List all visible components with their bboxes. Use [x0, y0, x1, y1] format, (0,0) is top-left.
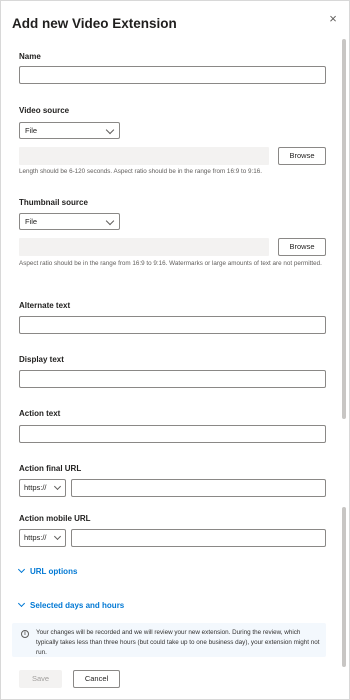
action-mobile-url-input[interactable]: [71, 529, 326, 547]
selected-days-label: Selected days and hours: [30, 601, 125, 610]
info-icon: i: [21, 630, 29, 638]
action-text-input[interactable]: [19, 425, 326, 443]
chevron-down-icon: [105, 125, 115, 135]
video-source-dropdown[interactable]: File: [19, 122, 120, 139]
add-video-extension-panel: Add new Video Extension × Name Video sou…: [0, 0, 350, 700]
scrollbar-thumb-lower[interactable]: [342, 507, 346, 667]
thumbnail-browse-button[interactable]: Browse: [278, 238, 326, 256]
close-icon[interactable]: ×: [326, 12, 340, 26]
final-url-protocol-dropdown[interactable]: https://: [19, 479, 66, 497]
name-label: Name: [19, 52, 41, 61]
cancel-button[interactable]: Cancel: [73, 670, 120, 688]
video-file-field[interactable]: [19, 147, 269, 165]
chevron-down-icon: [17, 599, 26, 608]
video-source-label: Video source: [19, 106, 70, 115]
video-browse-button[interactable]: Browse: [278, 147, 326, 165]
alternate-text-input[interactable]: [19, 316, 326, 334]
display-text-label: Display text: [19, 355, 64, 364]
info-message-text: Your changes will be recorded and we wil…: [36, 629, 320, 656]
scrollbar[interactable]: [341, 37, 347, 677]
thumbnail-source-dropdown[interactable]: File: [19, 213, 120, 230]
video-source-value: File: [25, 126, 38, 135]
thumbnail-source-hint: Aspect ratio should be in the range from…: [19, 260, 322, 267]
save-button[interactable]: Save: [19, 670, 62, 688]
chevron-down-icon: [53, 532, 62, 541]
panel-title: Add new Video Extension: [12, 16, 177, 31]
thumbnail-file-field[interactable]: [19, 238, 269, 256]
thumbnail-source-value: File: [25, 217, 38, 226]
url-options-label: URL options: [30, 567, 78, 576]
mobile-url-protocol-value: https://: [24, 533, 47, 542]
alternate-text-label: Alternate text: [19, 301, 71, 310]
chevron-down-icon: [105, 216, 115, 226]
display-text-input[interactable]: [19, 370, 326, 388]
info-message-bar: i Your changes will be recorded and we w…: [12, 623, 326, 657]
name-input[interactable]: [19, 66, 326, 84]
selected-days-expander[interactable]: Selected days and hours: [17, 599, 125, 610]
video-source-hint: Length should be 6-120 seconds. Aspect r…: [19, 168, 262, 175]
mobile-url-protocol-dropdown[interactable]: https://: [19, 529, 66, 547]
thumbnail-source-label: Thumbnail source: [19, 198, 88, 207]
action-text-label: Action text: [19, 409, 61, 418]
action-final-url-label: Action final URL: [19, 464, 82, 473]
action-mobile-url-label: Action mobile URL: [19, 514, 91, 523]
chevron-down-icon: [53, 482, 62, 491]
action-final-url-input[interactable]: [71, 479, 326, 497]
chevron-down-icon: [17, 565, 26, 574]
url-options-expander[interactable]: URL options: [17, 565, 78, 576]
scrollbar-thumb[interactable]: [342, 39, 346, 419]
final-url-protocol-value: https://: [24, 483, 47, 492]
